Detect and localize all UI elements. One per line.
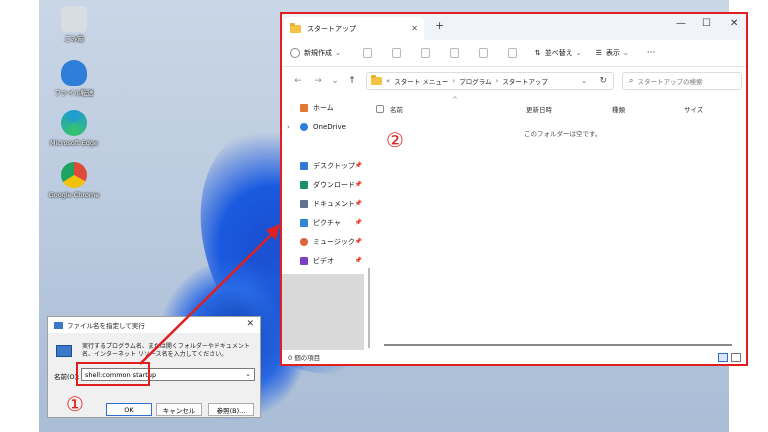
annotation-arrow [139,224,280,365]
annotation-step-1: ① [66,392,84,416]
annotation-step-2: ② [386,128,404,152]
